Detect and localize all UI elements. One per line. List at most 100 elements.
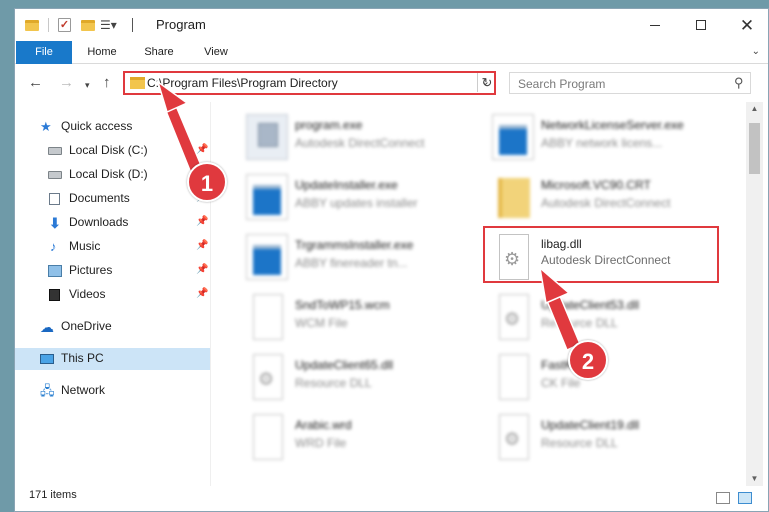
vertical-scrollbar[interactable]: ▲ ▼ — [746, 102, 763, 486]
sidebar-item-music[interactable]: ♪ Music 📌 — [15, 236, 210, 258]
address-path[interactable]: C:\Program Files\Program Directory — [147, 76, 338, 90]
sidebar-item-local-disk-c[interactable]: Local Disk (C:) 📌 — [15, 140, 210, 162]
tab-file[interactable]: File — [16, 41, 72, 64]
details-view-button[interactable] — [716, 492, 730, 504]
new-folder-icon[interactable] — [81, 17, 95, 33]
music-icon: ♪ — [50, 239, 57, 254]
minimize-button[interactable] — [632, 9, 678, 41]
tab-share[interactable]: Share — [133, 41, 185, 64]
file-type: WRD File — [295, 436, 347, 450]
expand-ribbon-icon[interactable]: ⌄ — [752, 46, 760, 57]
sidebar-item-label: Pictures — [69, 263, 113, 277]
large-icons-view-button[interactable] — [738, 492, 752, 504]
status-bar: 171 items — [15, 486, 768, 511]
download-icon: ⬇ — [49, 215, 61, 231]
documents-icon — [49, 193, 60, 205]
file-item-trgrammsinstaller-exe[interactable]: TrgrammsInstaller.exe ABBY finereader tn… — [238, 228, 476, 286]
search-input[interactable]: Search Program ⚲ — [509, 72, 751, 94]
up-button[interactable]: ↑ — [103, 75, 111, 90]
forward-button[interactable]: → — [59, 75, 74, 90]
folder-icon — [25, 17, 39, 33]
refresh-button[interactable]: ↻ — [477, 73, 496, 92]
tab-home[interactable]: Home — [75, 41, 129, 64]
back-button[interactable]: ← — [28, 75, 43, 90]
sidebar-item-pictures[interactable]: Pictures 📌 — [15, 260, 210, 282]
maximize-button[interactable] — [678, 9, 724, 41]
sidebar-item-label: Music — [69, 239, 101, 253]
close-icon: ✕ — [739, 15, 755, 35]
file-item-program-exe[interactable]: program.exe Autodesk DirectConnect — [238, 108, 476, 166]
file-type: Resource DLL — [541, 316, 618, 330]
file-name: UpdateClient53.dll — [541, 298, 640, 312]
dll-gear-icon — [499, 294, 529, 340]
sidebar-item-videos[interactable]: Videos 📌 — [15, 284, 210, 306]
tab-view[interactable]: View — [191, 41, 241, 64]
file-item-arabic-wrd[interactable]: Arabic.wrd WRD File — [238, 408, 476, 466]
sidebar-item-downloads[interactable]: ⬇ Downloads 📌 — [15, 212, 210, 234]
address-bar[interactable]: C:\Program Files\Program Directory ⌄ — [123, 71, 496, 95]
drive-icon — [48, 147, 62, 155]
sidebar-item-label: Local Disk (D:) — [69, 167, 148, 181]
recent-locations-button[interactable]: ▾ — [85, 78, 90, 93]
file-name: program.exe — [295, 118, 363, 132]
minimize-icon — [650, 24, 660, 26]
scroll-up-icon[interactable]: ▲ — [746, 104, 763, 113]
file-item-updateinstaller-exe[interactable]: UpdateInstaller.exe ABBY updates install… — [238, 168, 476, 226]
file-item-sndtowp15-wcm[interactable]: SndToWP15.wcm WCM File — [238, 288, 476, 346]
network-icon: 🖧 — [40, 383, 55, 398]
scrollbar-thumb[interactable] — [749, 123, 760, 174]
close-button[interactable]: ✕ — [724, 9, 768, 41]
file-type: ABBY finereader tn... — [295, 256, 408, 270]
computer-icon — [40, 354, 54, 364]
navigation-pane: ★ Quick access Local Disk (C:) 📌 Local D… — [15, 102, 210, 486]
ribbon: File Home Share View ⌄ — [15, 41, 768, 64]
file-name: NetworkLicenseServer.exe — [541, 118, 684, 132]
sidebar-item-label: Quick access — [61, 119, 133, 133]
step-badge-2: 2 — [568, 340, 608, 380]
dll-gear-icon — [499, 414, 529, 460]
file-item-networklicenseserver-exe[interactable]: NetworkLicenseServer.exe ABBY network li… — [484, 108, 722, 166]
sidebar-item-quick-access[interactable]: ★ Quick access — [15, 116, 210, 138]
file-icon — [253, 294, 283, 340]
sidebar-item-local-disk-d[interactable]: Local Disk (D:) — [15, 164, 210, 186]
navigation-bar: ← → ▾ ↑ C:\Program Files\Program Directo… — [15, 64, 768, 102]
item-count: 171 items — [29, 489, 77, 501]
sidebar-item-network[interactable]: 🖧 Network — [15, 380, 210, 402]
file-item-microsoft-vc90-crt[interactable]: Microsoft.VC90.CRT Autodesk DirectConnec… — [484, 168, 722, 226]
folder-icon — [130, 77, 145, 89]
title-bar: ✓ ☰▾ Program ✕ — [15, 9, 768, 41]
scroll-down-icon[interactable]: ▼ — [746, 474, 763, 483]
file-type: Resource DLL — [295, 376, 372, 390]
properties-icon[interactable]: ✓ — [58, 17, 71, 33]
separator — [132, 17, 133, 33]
file-item-updateclient53-dll[interactable]: UpdateClient53.dll Resource DLL — [484, 288, 722, 346]
sidebar-item-this-pc[interactable]: This PC — [15, 348, 210, 370]
sidebar-item-onedrive[interactable]: ☁ OneDrive — [15, 316, 210, 338]
search-icon[interactable]: ⚲ — [734, 75, 744, 91]
file-name: Microsoft.VC90.CRT — [541, 178, 651, 192]
setup-icon — [246, 114, 288, 160]
file-name: UpdateClient65.dll — [295, 358, 394, 372]
sidebar-item-documents[interactable]: Documents 📌 — [15, 188, 210, 210]
file-type: WCM File — [295, 316, 348, 330]
star-icon: ★ — [40, 119, 52, 134]
file-item-updateclient65-dll[interactable]: UpdateClient65.dll Resource DLL — [238, 348, 476, 406]
file-type: Autodesk DirectConnect — [295, 136, 425, 150]
pin-icon: 📌 — [196, 144, 209, 155]
window-title: Program — [156, 17, 206, 32]
file-item-updateclient19-dll[interactable]: UpdateClient19.dll Resource DLL — [484, 408, 722, 466]
search-placeholder: Search Program — [518, 77, 606, 91]
file-name: Arabic.wrd — [295, 418, 352, 432]
customize-toolbar-icon[interactable]: ☰▾ — [100, 17, 117, 33]
sidebar-item-label: Downloads — [69, 215, 129, 229]
dll-gear-icon — [253, 354, 283, 400]
pin-icon: 📌 — [196, 240, 209, 251]
file-icon — [499, 354, 529, 400]
sidebar-item-label: Videos — [69, 287, 106, 301]
maximize-icon — [696, 20, 706, 30]
file-type: ABBY updates installer — [295, 196, 418, 210]
pictures-icon — [48, 265, 62, 277]
file-name: SndToWP15.wcm — [295, 298, 390, 312]
file-type: CK File — [541, 376, 581, 390]
separator — [48, 17, 49, 33]
